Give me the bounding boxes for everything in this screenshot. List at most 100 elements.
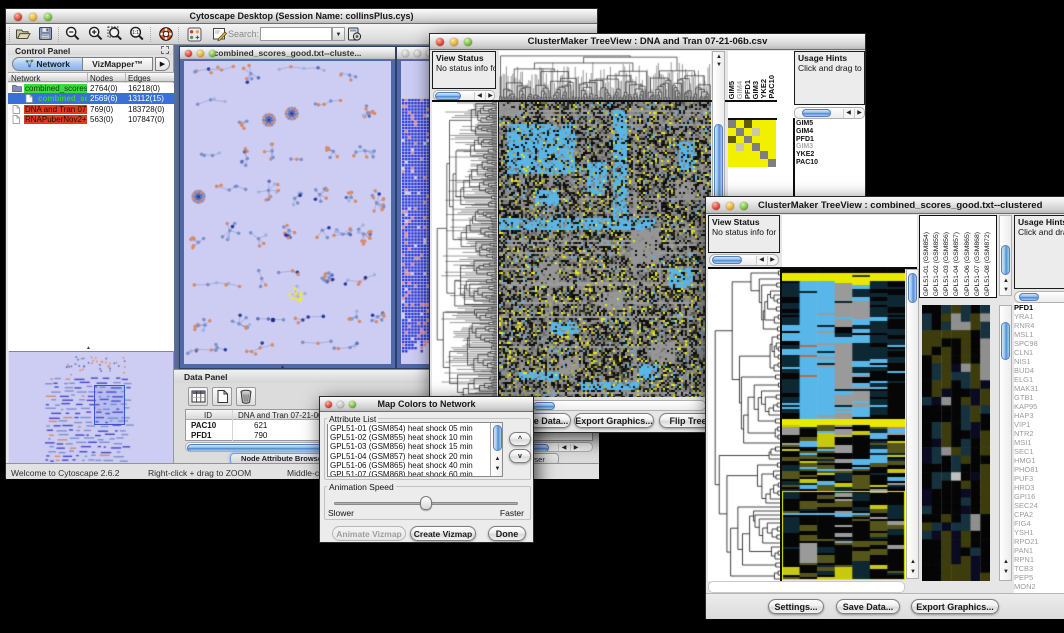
tv2-zoom-heatmap[interactable] [922, 305, 990, 581]
matrix-cell[interactable] [736, 143, 744, 151]
tv2-collabel-scrollbar[interactable]: ▲ ▼ [999, 215, 1012, 296]
create-vizmap-button[interactable]: Create Vizmap [410, 526, 476, 541]
tv2-row-label[interactable]: HRD3 [1014, 483, 1064, 492]
matrix-cell[interactable] [728, 120, 736, 128]
matrix-cell[interactable] [728, 143, 736, 151]
matrix-cell[interactable] [736, 136, 744, 144]
tv2-row-label[interactable]: MAK31 [1014, 384, 1064, 393]
network-row[interactable]: RNAPuberNov2+563(0)107847(0) [8, 114, 174, 124]
tv2-row-label[interactable]: GPI16 [1014, 492, 1064, 501]
tv2-row-label[interactable]: FIG4 [1014, 519, 1064, 528]
matrix-cell[interactable] [768, 136, 776, 144]
open-session-icon[interactable] [15, 26, 31, 47]
tv1-usage-scrollbar[interactable]: ◀ ▶ [794, 107, 865, 119]
network-row[interactable]: combined_scores_2764(0)16218(0) [8, 83, 174, 93]
matrix-cell[interactable] [728, 159, 736, 167]
float-panel-icon[interactable] [161, 46, 169, 54]
tv2-settings-button[interactable]: Settings... [768, 599, 824, 614]
minimize-icon[interactable] [197, 50, 204, 57]
tv2-row-label[interactable]: MON2 [1014, 582, 1064, 591]
scrollbar-thumb[interactable] [533, 402, 555, 410]
matrix-cell[interactable] [736, 120, 744, 128]
attribute-list-item[interactable]: GPL51-06 (GSM865) heat shock 40 min [330, 461, 490, 470]
matrix-cell[interactable] [760, 120, 768, 128]
scroll-left-icon[interactable]: ◀ [756, 256, 766, 265]
matrix-cell[interactable] [752, 136, 760, 144]
tv2-row-label[interactable]: HMG1 [1014, 456, 1064, 465]
scroll-down-icon[interactable]: ▼ [714, 61, 724, 69]
splitter-arrow-icon[interactable]: ▲ [280, 364, 285, 370]
attribute-list-scrollbar[interactable]: ▲ ▼ [490, 423, 503, 476]
tv1-row-label[interactable]: GIM3 [796, 143, 865, 151]
tv2-heatmap[interactable] [782, 269, 905, 580]
maximize-icon[interactable] [740, 202, 748, 210]
zoom-fit-icon[interactable]: 1:1 [129, 26, 145, 47]
tv2-row-label[interactable]: RPO21 [1014, 537, 1064, 546]
close-icon[interactable] [14, 13, 22, 21]
zoom-in-icon[interactable] [88, 26, 104, 47]
zoom-out-icon[interactable] [65, 26, 81, 47]
annotation-icon[interactable] [212, 26, 228, 47]
scroll-up-icon[interactable]: ▲ [1001, 558, 1011, 567]
matrix-cell[interactable] [744, 159, 752, 167]
tv1-similarity-matrix[interactable] [728, 120, 776, 167]
tv2-column-label[interactable]: GPL51-01 (GSM854) [923, 232, 931, 296]
matrix-cell[interactable] [728, 136, 736, 144]
tv2-zoom-vscrollbar[interactable]: ▲ ▼ [999, 305, 1012, 581]
tv2-row-label[interactable]: YRA1 [1014, 312, 1064, 321]
matrix-cell[interactable] [768, 120, 776, 128]
tv2-column-label[interactable]: GPL51-07 (GSM868) [974, 232, 982, 296]
scroll-left-icon[interactable]: ◀ [843, 109, 853, 118]
tv2-row-label[interactable]: SPC98 [1014, 339, 1064, 348]
tv1-row-label[interactable]: GIM5 [796, 120, 865, 128]
new-attribute-icon[interactable] [212, 387, 232, 406]
attribute-list-item[interactable]: GPL51-03 (GSM856) heat shock 15 min [330, 442, 490, 451]
birdseye-viewport-rect[interactable] [94, 385, 125, 425]
tv2-row-label[interactable]: KAP95 [1014, 402, 1064, 411]
tv2-row-dendrogram[interactable] [708, 269, 780, 581]
network-name[interactable]: DNA and Tran 07 [24, 105, 87, 114]
tv1-row-label[interactable]: PFD1 [796, 136, 865, 144]
matrix-cell[interactable] [752, 143, 760, 151]
done-button[interactable]: Done [488, 526, 526, 541]
attribute-list-item[interactable]: GPL51-04 (GSM857) heat shock 20 min [330, 452, 490, 461]
tv1-row-label[interactable]: GIM4 [796, 128, 865, 136]
tv2-column-label[interactable]: GPL51-08 (GSM872) [984, 232, 992, 296]
attr-col-1[interactable]: DNA and Tran 07-21-06b [238, 411, 327, 420]
maximize-icon[interactable] [349, 401, 356, 408]
tv2-save-data-button[interactable]: Save Data... [836, 599, 900, 614]
attribute-select-icon[interactable] [188, 387, 208, 406]
network-tree-empty-area[interactable] [8, 125, 174, 351]
network-name[interactable]: combined_scores_ [24, 84, 87, 93]
minimize-icon[interactable] [414, 50, 421, 57]
matrix-cell[interactable] [752, 120, 760, 128]
close-icon[interactable] [402, 50, 409, 57]
tv2-row-label[interactable]: GTB1 [1014, 393, 1064, 402]
network-name[interactable]: RNAPuberNov2+ [24, 115, 87, 124]
tv2-usage-scrollbar[interactable] [1014, 291, 1064, 303]
col-header-nodes[interactable]: Nodes [90, 74, 113, 83]
main-titlebar[interactable]: Cytoscape Desktop (Session Name: collins… [6, 9, 597, 24]
tv2-column-label[interactable]: GPL51-04 (GSM857) [953, 232, 961, 296]
tv1-row-label[interactable]: YKE2 [796, 151, 865, 159]
scroll-right-icon[interactable]: ▶ [570, 444, 581, 452]
tab-network[interactable]: Network [12, 57, 83, 71]
scroll-down-icon[interactable]: ▼ [493, 465, 503, 474]
zoom-selected-icon[interactable] [107, 26, 124, 47]
tv1-column-label[interactable]: PAC10 [768, 75, 776, 99]
move-up-button[interactable]: ^ [509, 432, 531, 446]
scrollbar-thumb[interactable] [435, 92, 461, 100]
tv2-row-label[interactable]: NIS1 [1014, 357, 1064, 366]
close-icon[interactable] [185, 50, 192, 57]
network-name[interactable]: combined_sco [37, 94, 87, 103]
close-icon[interactable] [712, 202, 720, 210]
tab-overflow-arrow[interactable]: ▶ [155, 57, 170, 71]
tv2-row-label[interactable]: TCB3 [1014, 564, 1064, 573]
tv1-row-label[interactable]: PAC10 [796, 159, 865, 167]
matrix-cell[interactable] [736, 128, 744, 136]
close-icon[interactable] [436, 38, 444, 46]
matrix-cell[interactable] [760, 159, 768, 167]
search-input[interactable] [260, 27, 332, 41]
tv2-row-label[interactable]: SEC1 [1014, 447, 1064, 456]
vizmapper-icon[interactable] [187, 27, 202, 47]
